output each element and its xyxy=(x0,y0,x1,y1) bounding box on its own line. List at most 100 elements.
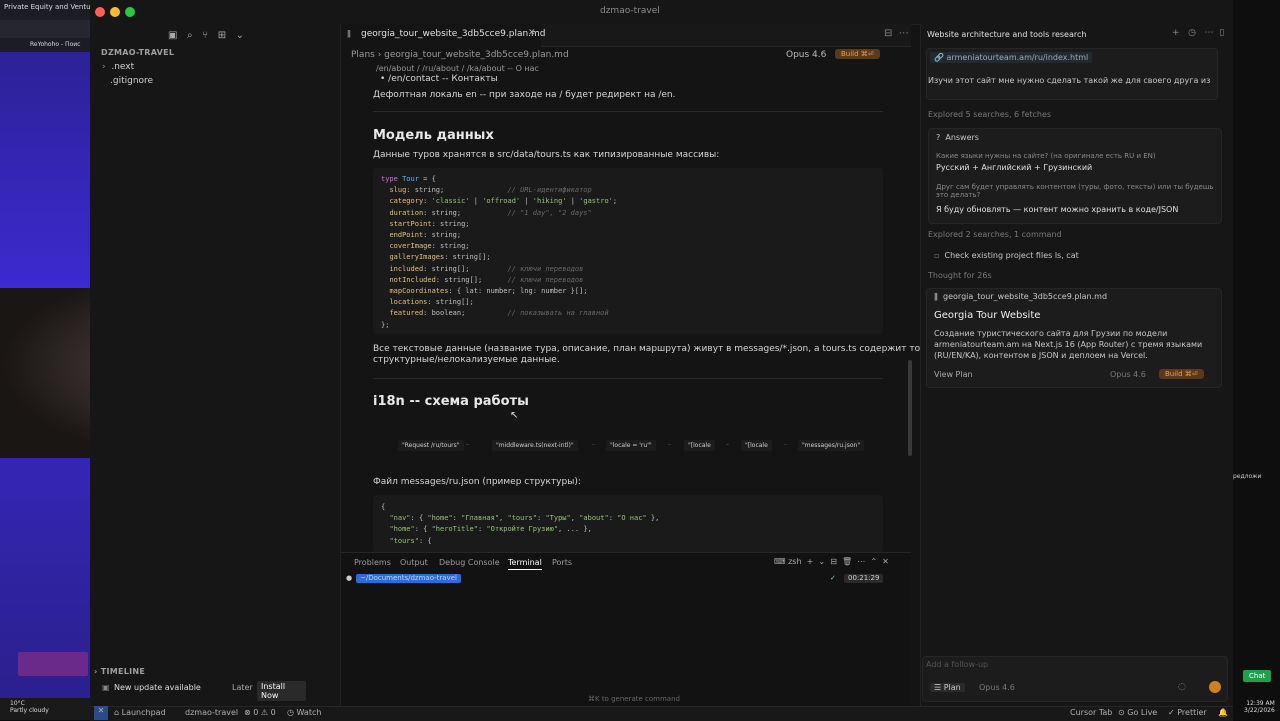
code-tour-type: type Tour = { slug: string; // URL-идент… xyxy=(381,175,618,329)
trash-icon[interactable]: 🗑 xyxy=(842,557,852,566)
stop-button[interactable] xyxy=(1209,681,1221,693)
data-model-desc: Данные туров хранятся в src/data/tours.t… xyxy=(373,150,720,160)
file-example-desc: Файл messages/ru.json (пример структуры)… xyxy=(373,477,581,487)
chevron-right-icon: › xyxy=(94,667,98,676)
markdown-file-icon: ǁ xyxy=(347,29,351,38)
update-icon: ▣ xyxy=(102,683,110,692)
answers-header: ? Answers xyxy=(936,133,979,142)
search-icon[interactable]: ⌕ xyxy=(187,30,193,41)
toggle-panel-icon[interactable]: ▯ xyxy=(1219,28,1224,38)
panel-tab-terminal[interactable]: Terminal xyxy=(508,558,542,570)
plan-file-name: georgia_tour_website_3db5cce9.plan.md xyxy=(943,292,1108,301)
terminal-actions: ⌨ zsh + ⌄ ⊟ 🗑 ⋯ ⌃ ✕ xyxy=(774,557,889,566)
extensions-icon[interactable]: ⊞ xyxy=(218,30,226,41)
chat-button[interactable]: Chat xyxy=(1243,670,1272,682)
launchpad-button[interactable]: ⌂ Launchpad xyxy=(114,708,166,717)
heading-i18n: i18n -- схема работы xyxy=(373,394,529,409)
editor-model-selector[interactable]: Opus 4.6 xyxy=(786,50,826,60)
source-control-icon[interactable]: ⑂ xyxy=(202,30,208,41)
thought-status[interactable]: Thought for 26s xyxy=(928,271,992,280)
watch-button[interactable]: ◷ Watch xyxy=(287,708,321,717)
attached-link-text: armeniatourteam.am/ru/index.html xyxy=(946,53,1089,62)
terminal-prompt-path: ~/Documents/dzmao-travel xyxy=(356,574,461,583)
agent-title: Website architecture and tools research xyxy=(927,30,1087,39)
tree-item-next[interactable]: › .next xyxy=(102,62,134,72)
text-data-desc-2: структурные/нелокализуемые данные. xyxy=(373,355,560,365)
minimize-window-button[interactable] xyxy=(110,7,120,17)
explorer-section-header[interactable]: DZMAO-TRAVEL xyxy=(101,48,174,57)
more-icon[interactable]: ⋯ xyxy=(1205,28,1214,38)
flow-node-middleware: "middleware.ts(next-intl)" xyxy=(492,440,578,451)
explored-status-1[interactable]: Explored 5 searches, 6 fetches xyxy=(928,110,1051,119)
update-notification: ▣ New update available Later Install Now xyxy=(100,680,306,701)
question-icon: ? xyxy=(936,133,941,142)
chevron-up-icon[interactable]: ⌃ xyxy=(870,557,877,566)
split-editor-icon[interactable]: ⊟ xyxy=(884,28,892,39)
update-install-button[interactable]: Install Now xyxy=(257,681,306,701)
close-tab-icon[interactable]: ✕ xyxy=(528,28,536,38)
update-later-button[interactable]: Later xyxy=(232,683,253,692)
browser-tab-2[interactable]: ReYohoho - Поис xyxy=(30,41,80,48)
history-icon[interactable]: ◷ xyxy=(1188,28,1196,38)
chevron-down-icon[interactable]: ⌄ xyxy=(236,30,244,41)
more-icon[interactable]: ⋯ xyxy=(899,28,909,39)
editor-actions: ⊟ ⋯ xyxy=(884,28,909,39)
zoom-window-button[interactable] xyxy=(125,7,135,17)
apple-icon: ● xyxy=(346,574,353,582)
flow-arrow: – xyxy=(592,441,595,448)
cursor-tab-button[interactable]: Cursor Tab xyxy=(1070,708,1112,717)
chevron-right-icon: › xyxy=(102,62,106,72)
new-chat-icon[interactable]: + xyxy=(1172,28,1180,38)
plan-description: Создание туристического сайта для Грузии… xyxy=(934,329,1203,360)
add-terminal-icon[interactable]: + xyxy=(807,557,814,566)
input-model-selector[interactable]: Opus 4.6 xyxy=(979,683,1015,692)
editor-scrollbar[interactable] xyxy=(908,360,912,456)
plan-build-button[interactable]: Build ⌘⏎ xyxy=(1159,369,1204,379)
panel-tab-output[interactable]: Output xyxy=(400,558,428,567)
view-plan-button[interactable]: View Plan xyxy=(934,370,973,379)
heading-data-model: Модель данных xyxy=(373,128,494,143)
attached-link[interactable]: 🔗 armeniatourteam.am/ru/index.html xyxy=(930,52,1093,63)
remote-icon[interactable]: ✕ xyxy=(94,706,108,720)
code-messages-json: { "nav": { "home": "Главная", "tours": "… xyxy=(381,503,660,545)
terminal-shell[interactable]: zsh xyxy=(788,557,801,566)
panel-tab-problems[interactable]: Problems xyxy=(354,558,391,567)
panel-tab-ports[interactable]: Ports xyxy=(552,558,572,567)
more-icon[interactable]: ⋯ xyxy=(857,557,865,566)
user-prompt-text: Изучи этот сайт мне нужно сделать такой … xyxy=(928,76,1211,85)
editor-tab-plan[interactable]: ǁ georgia_tour_website_3db5cce9.plan.md … xyxy=(341,24,546,47)
divider xyxy=(373,111,883,112)
answer-reply-1: Русский + Английский + Грузинский xyxy=(936,163,1093,172)
editor-build-button[interactable]: Build ⌘⏎ xyxy=(835,49,880,59)
breadcrumb[interactable]: Plans › georgia_tour_website_3db5cce9.pl… xyxy=(351,50,569,60)
go-live-label: Go Live xyxy=(1127,708,1158,717)
bell-icon[interactable]: 🔔 xyxy=(1218,708,1228,717)
files-icon[interactable]: ▣ xyxy=(168,30,177,41)
split-terminal-icon[interactable]: ⊟ xyxy=(830,557,837,566)
route-line-about: /en/about / /ru/about / /ka/about -- О н… xyxy=(376,64,539,73)
browser-tab-1[interactable]: Private Equity and Ventu xyxy=(4,3,90,11)
flow-node-messages: "messages/ru.json" xyxy=(798,440,865,451)
mode-selector[interactable]: ☰ Plan xyxy=(930,683,965,692)
weather-widget[interactable]: 10°C Partly cloudy xyxy=(10,700,49,714)
tree-item-gitignore[interactable]: .gitignore xyxy=(110,76,153,86)
flow-node-locale-route-1: "[locale xyxy=(684,440,715,451)
plan-file-row[interactable]: ǁ georgia_tour_website_3db5cce9.plan.md xyxy=(934,292,1107,301)
go-live-button[interactable]: ⊙ Go Live xyxy=(1118,708,1157,717)
close-panel-icon[interactable]: ✕ xyxy=(882,557,889,566)
panel-tab-debug-console[interactable]: Debug Console xyxy=(439,558,500,567)
terminal-icon: ⌨ xyxy=(774,557,786,566)
check-files-step[interactable]: ▫ Check existing project files ls, cat xyxy=(934,251,1079,260)
prettier-button[interactable]: ✓ Prettier xyxy=(1168,708,1207,717)
explored-status-2[interactable]: Explored 2 searches, 1 command xyxy=(928,230,1062,239)
default-locale-text: Дефолтная локаль en -- при заходе на / б… xyxy=(373,90,676,100)
timeline-section-header[interactable]: › TIMELINE xyxy=(94,667,145,676)
plan-model-selector[interactable]: Opus 4.6 xyxy=(1110,370,1146,379)
problems-count[interactable]: ⊗ 0 ⚠ 0 xyxy=(244,708,276,717)
followup-input[interactable]: Add a follow-up xyxy=(926,660,988,669)
project-name[interactable]: dzmao-travel xyxy=(185,708,238,717)
close-window-button[interactable] xyxy=(95,7,105,17)
chevron-down-icon[interactable]: ⌄ xyxy=(818,557,825,566)
browser-toolbar xyxy=(0,20,90,38)
answer-question-2: Друг сам будет управлять контентом (туры… xyxy=(936,183,1214,199)
